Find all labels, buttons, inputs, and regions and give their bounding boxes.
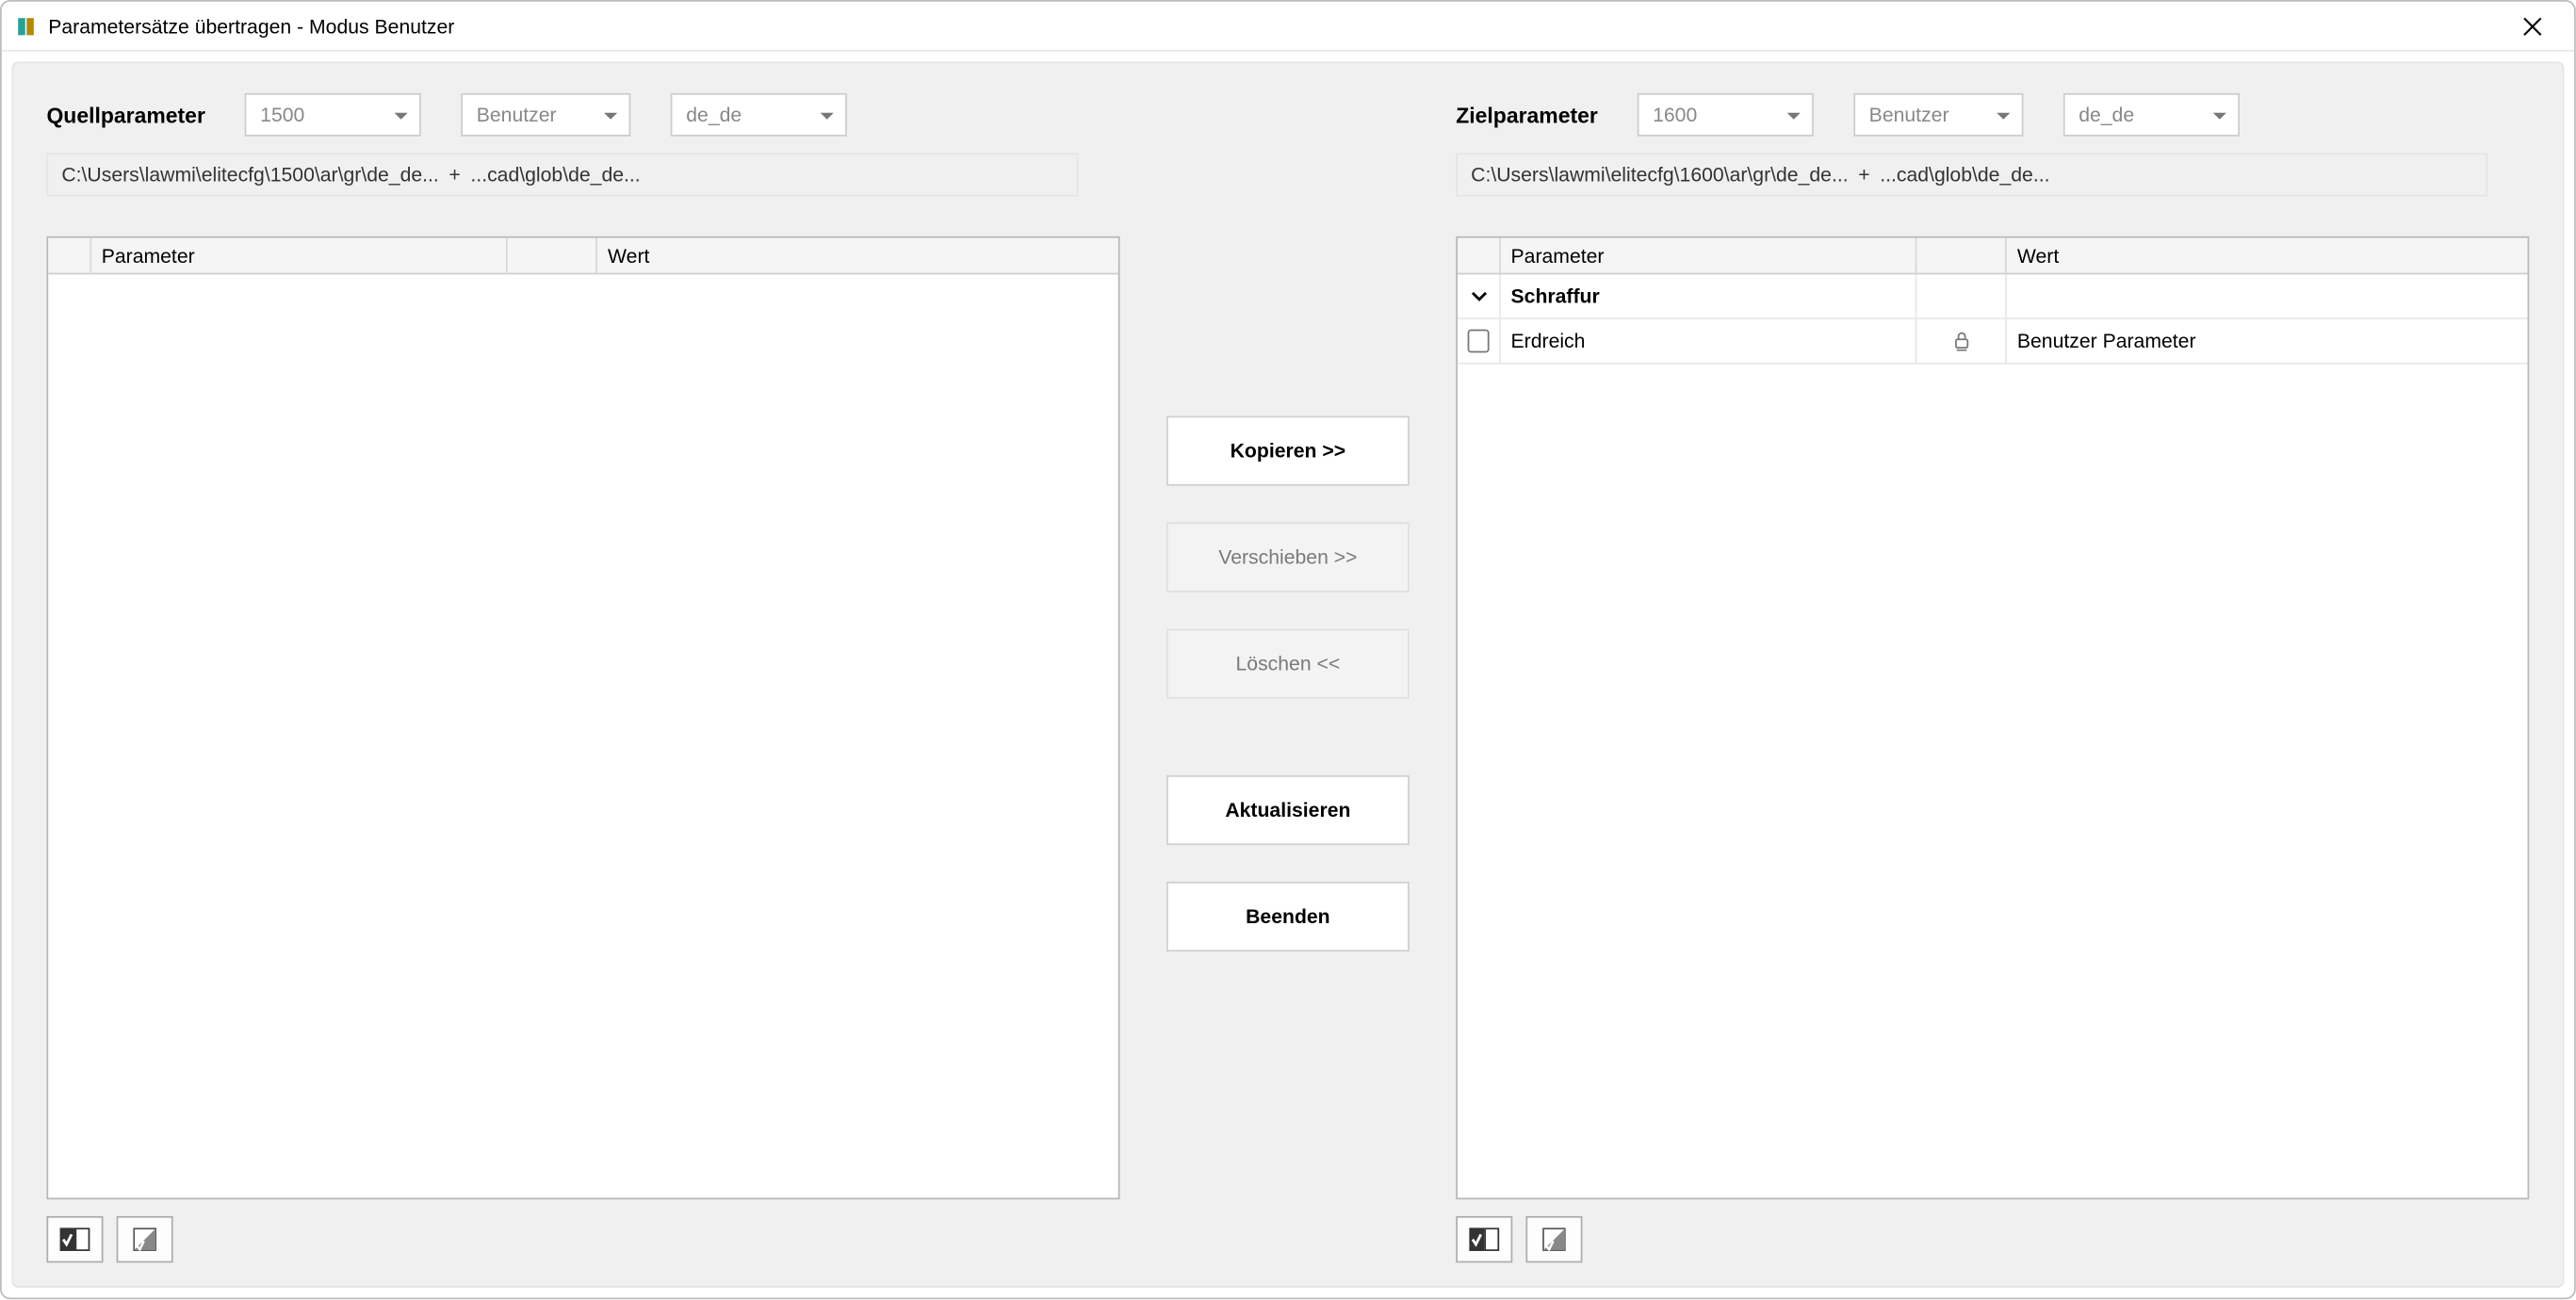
table-group-row[interactable]: Schraffur xyxy=(1458,274,2528,319)
source-path-2: ...cad\glob\de_de... xyxy=(470,163,640,187)
source-col-value: Wert xyxy=(597,238,1117,273)
delete-button[interactable]: Löschen << xyxy=(1166,629,1410,699)
source-version-dropdown[interactable]: 1500 xyxy=(245,93,421,137)
source-col-status xyxy=(508,238,597,273)
target-col-status xyxy=(1917,238,2007,273)
target-col-param: Parameter xyxy=(1501,238,1917,273)
source-col-param: Parameter xyxy=(91,238,508,273)
target-version-dropdown[interactable]: 1600 xyxy=(1638,93,1814,137)
target-col-value: Wert xyxy=(2007,238,2527,273)
target-panel: Zielparameter 1600 Benutzer de_de C:\Use… xyxy=(1456,93,2529,1262)
source-col-check xyxy=(48,238,91,273)
target-mode-dropdown[interactable]: Benutzer xyxy=(1854,93,2024,137)
row-checkbox[interactable] xyxy=(1468,330,1490,353)
window-title: Parametersätze übertragen - Modus Benutz… xyxy=(48,14,454,38)
target-title: Zielparameter xyxy=(1456,103,1598,127)
exit-button[interactable]: Beenden xyxy=(1166,882,1410,951)
source-paths: C:\Users\lawmi\elitecfg\1500\ar\gr\de_de… xyxy=(46,153,1078,196)
source-select-all-button[interactable] xyxy=(46,1216,103,1262)
target-path-2: ...cad\glob\de_de... xyxy=(1880,163,2049,187)
title-bar: Parametersätze übertragen - Modus Benutz… xyxy=(2,2,2574,52)
lock-icon xyxy=(1949,330,1973,353)
source-invert-select-button[interactable] xyxy=(117,1216,173,1262)
target-col-check xyxy=(1458,238,1501,273)
row-param-name: Erdreich xyxy=(1511,330,1586,353)
app-icon xyxy=(15,14,39,38)
refresh-button[interactable]: Aktualisieren xyxy=(1166,775,1410,845)
target-path-1: C:\Users\lawmi\elitecfg\1600\ar\gr\de_de… xyxy=(1471,163,1848,187)
source-panel: Quellparameter 1500 Benutzer de_de C:\Us… xyxy=(46,93,1119,1262)
target-select-all-button[interactable] xyxy=(1456,1216,1512,1262)
source-path-1: C:\Users\lawmi\elitecfg\1500\ar\gr\de_de… xyxy=(61,163,438,187)
target-lang-dropdown[interactable]: de_de xyxy=(2063,93,2240,137)
table-row[interactable]: Erdreich Benutzer Parameter xyxy=(1458,319,2528,365)
target-invert-select-button[interactable] xyxy=(1525,1216,1582,1262)
target-paths: C:\Users\lawmi\elitecfg\1600\ar\gr\de_de… xyxy=(1456,153,2487,196)
content-area: Quellparameter 1500 Benutzer de_de C:\Us… xyxy=(11,61,2564,1288)
source-table-body[interactable] xyxy=(48,274,1118,1197)
action-column: Kopieren >> Verschieben >> Löschen << Ak… xyxy=(1163,93,1412,1262)
source-lang-dropdown[interactable]: de_de xyxy=(671,93,847,137)
row-value: Benutzer Parameter xyxy=(2017,330,2196,353)
group-name: Schraffur xyxy=(1511,284,1600,308)
source-title: Quellparameter xyxy=(46,103,204,127)
target-table: Parameter Wert Schraffur xyxy=(1456,236,2529,1200)
chevron-down-icon[interactable] xyxy=(1468,284,1490,308)
source-table: Parameter Wert xyxy=(46,236,1119,1200)
copy-button[interactable]: Kopieren >> xyxy=(1166,416,1410,486)
target-table-body[interactable]: Schraffur Erdreich xyxy=(1458,274,2528,1197)
move-button[interactable]: Verschieben >> xyxy=(1166,523,1410,593)
close-button[interactable] xyxy=(2501,4,2564,47)
source-mode-dropdown[interactable]: Benutzer xyxy=(462,93,631,137)
